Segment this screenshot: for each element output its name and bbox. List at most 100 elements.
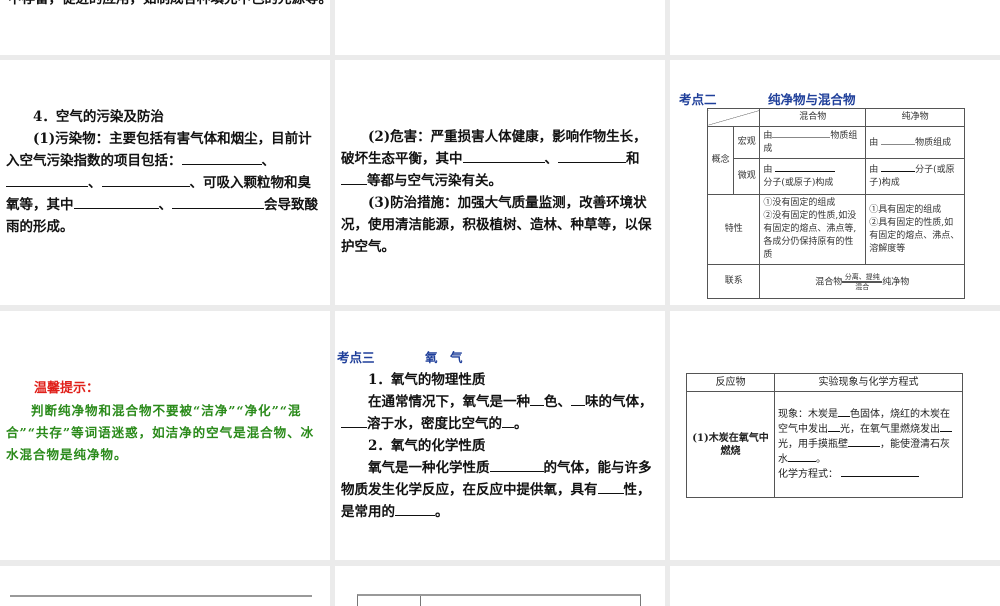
comparison-table: 混合物 纯净物 概念 宏观 由物质组成 由 物质组成 微观 由 分子(或原子)构成 … — [706, 108, 965, 299]
text: 由 — [869, 165, 879, 175]
text: ①具有固定的组成 — [869, 204, 942, 215]
text: 分离、提纯 — [844, 272, 880, 281]
text: ②没有固定的性质,如没有固定的熔点、沸点等,各成分仍保持原有的性质 — [763, 211, 857, 260]
slide-body: 4．空气的污染及防治 (1)污染物：主要包括有害气体和烟尘，目前计入空气污染指数… — [6, 106, 320, 238]
slide-thumbnail-8[interactable]: 考点三 氧 气 1．氧气的物理性质 在通常情况下，氧气是一种 色、 味的气体， 溶于水… — [335, 311, 665, 560]
section-title: 纯净物与混合物 — [768, 92, 856, 107]
slide-text: 中存留，促进的应用，如制成各种填充中色的光源等。 — [8, 0, 330, 10]
row-header: 微观 — [733, 158, 761, 195]
table-border — [10, 595, 312, 597]
paragraph: (1)污染物：主要包括有害气体和烟尘，目前计入空气污染指数的项目包括：、、 、可吸… — [6, 128, 320, 238]
text: 化学方程式： — [778, 469, 838, 480]
slide-thumbnail-5[interactable]: (2)危害：严重损害人体健康，影响作物生长，破坏生态平衡，其中、和等都与空气污染… — [335, 60, 665, 305]
blank — [881, 163, 916, 172]
slide-thumbnail-1[interactable]: 中存留，促进的应用，如制成各种填充中色的光源等。 — [0, 0, 330, 55]
blank — [462, 149, 545, 163]
text: 子)构成 — [869, 178, 900, 188]
header-cell: 混合物 — [759, 108, 867, 127]
blank — [841, 467, 920, 477]
slide-thumbnail-7[interactable]: 温馨提示： 判断纯净物和混合物不要被“洁净”“净化”“混合”“共存”等词语迷惑，… — [0, 311, 330, 560]
blank — [341, 171, 367, 185]
cell: 由物质组成 — [759, 126, 867, 159]
cell: (1)木炭在氧气中燃烧 — [686, 391, 775, 498]
slide-thumbnail-4[interactable]: 4．空气的污染及防治 (1)污染物：主要包括有害气体和烟尘，目前计入空气污染指数… — [0, 60, 330, 305]
heading: 1．氧气的物理性质 — [368, 372, 486, 388]
row-header: 特性 — [706, 194, 761, 265]
header-cell: 反应物 — [686, 373, 775, 392]
diagonal-header-cell — [706, 108, 761, 127]
text: 等都与空气污染有关。 — [367, 173, 502, 189]
slide-thumbnail-11[interactable] — [335, 566, 665, 606]
cell: 由 分子(或原子)构成 — [865, 158, 965, 195]
text: 光，在氧气里燃烧发出 — [840, 424, 940, 435]
slide-thumbnail-12[interactable] — [670, 566, 1000, 606]
row-header: 概念 — [706, 126, 735, 195]
text: 由 — [763, 165, 773, 175]
text: 混合 — [855, 282, 870, 291]
text: 溶于水，密度比空气的 — [367, 416, 502, 432]
row-header: 联系 — [706, 264, 761, 299]
cell: 混合物分离、提纯 混合 纯净物 — [759, 264, 965, 299]
slide-thumbnail-3[interactable] — [670, 0, 1000, 55]
text: 、 — [544, 151, 559, 167]
header-cell: 纯净物 — [865, 108, 965, 127]
text: 。 — [514, 416, 528, 432]
blank — [101, 173, 190, 187]
cell: ①具有固定的组成 ②具有固定的性质,如有固定的熔点、沸点、溶解度等 — [865, 194, 965, 265]
text: 中 — [60, 197, 74, 213]
text: 由 — [763, 131, 773, 141]
slide-thumbnail-9[interactable]: 反应物 实验现象与化学方程式 (1)木炭在氧气中燃烧 现象：木炭是 色固体，烧红的木… — [670, 311, 1000, 560]
blank — [597, 480, 624, 494]
text: 和 — [626, 151, 640, 167]
blank — [181, 151, 262, 165]
blank — [848, 437, 880, 447]
blank — [530, 392, 544, 406]
blank — [489, 458, 544, 472]
blank — [828, 422, 840, 432]
paragraph: 氧气是一种化学性质 的气体，能与许多物质发生化学反应，在反应中提供氧，具有 性，是常… — [341, 457, 659, 523]
text: 物质组成 — [915, 137, 952, 148]
section-label: 考点二 — [679, 92, 717, 107]
text: 、 — [158, 197, 173, 213]
header-cell: 实验现象与化学方程式 — [774, 373, 963, 392]
text: 。 — [435, 504, 449, 520]
slide-thumbnail-10[interactable] — [0, 566, 330, 606]
slide-thumbnail-6[interactable]: 考点二 纯净物与混合物 混合物 纯净物 概念 宏观 由物质组成 由 物质组成 微观 … — [670, 60, 1000, 305]
text: 由 — [869, 137, 879, 148]
paragraph: (3)防治措施：加强大气质量监测，改善环境状况，使用清洁能源，积极植树、造林、种… — [341, 195, 652, 255]
blank — [772, 129, 831, 138]
blank — [838, 407, 850, 417]
text: 混合物 — [815, 277, 843, 287]
blank — [73, 195, 159, 209]
slide-thumbnail-2[interactable] — [335, 0, 665, 55]
text: 色、 — [544, 394, 571, 410]
text: ②具有固定的性质,如有固定的熔点、沸点、溶解度等 — [869, 217, 960, 254]
text: 。 — [816, 454, 826, 465]
text: 在通常情况下，氧气是一种 — [368, 394, 530, 410]
blank — [940, 422, 952, 432]
blank — [6, 173, 58, 187]
slide-body: 1．氧气的物理性质 在通常情况下，氧气是一种 色、 味的气体， 溶于水，密度比空气的。… — [341, 369, 659, 523]
text: 现象：木炭是 — [778, 409, 838, 420]
table-border — [357, 594, 641, 606]
text: 分子(或原子)构成 — [763, 178, 834, 188]
paragraph: 在通常情况下，氧气是一种 色、 味的气体， 溶于水，密度比空气的。 — [341, 391, 659, 435]
cell: ①没有固定的组成 ②没有固定的性质,如没有固定的熔点、沸点等,各成分仍保持原有的性… — [759, 194, 867, 265]
text: 纯净物 — [882, 277, 910, 287]
blank — [341, 414, 367, 428]
text: ①没有固定的组成 — [763, 198, 836, 208]
slide-body: (2)危害：严重损害人体健康，影响作物生长，破坏生态平衡，其中、和等都与空气污染… — [341, 126, 657, 258]
text: 光，用手摸瓶壁 — [778, 439, 848, 450]
text: 味的气体， — [585, 394, 653, 410]
cell: 由 物质组成 — [865, 126, 965, 159]
reaction-table: 反应物 实验现象与化学方程式 (1)木炭在氧气中燃烧 现象：木炭是 色固体，烧红的木… — [686, 373, 963, 498]
heading: 4．空气的污染及防治 — [33, 109, 164, 125]
blank — [58, 173, 88, 187]
cell: 现象：木炭是 色固体，烧红的木炭在空气中发出 光，在氧气里燃烧发出光，用手摸瓶壁 ，能… — [774, 391, 963, 498]
blank — [395, 502, 435, 516]
row-header: 宏观 — [733, 126, 761, 159]
blank — [571, 392, 585, 406]
blank — [172, 195, 264, 209]
blank — [502, 414, 514, 428]
cell: 由 分子(或原子)构成 — [759, 158, 867, 195]
